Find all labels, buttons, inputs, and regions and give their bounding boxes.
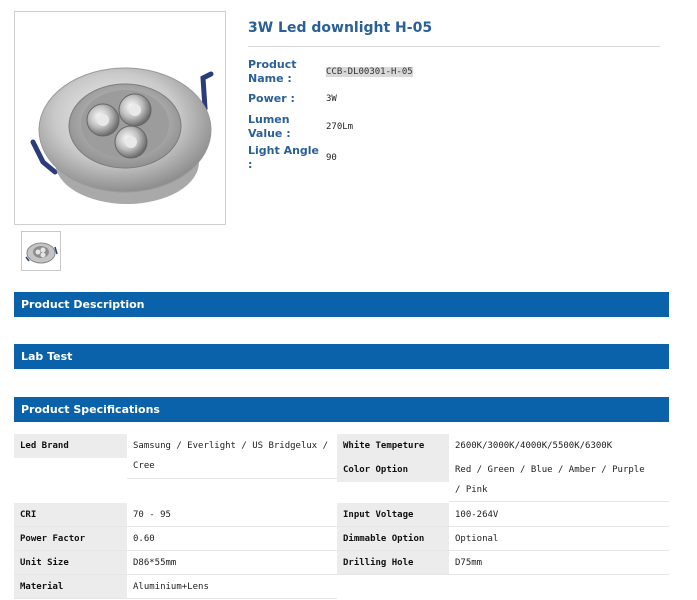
row-divider [127,478,337,479]
info-label: Power : [248,92,295,105]
section-bar-lab-test[interactable]: Lab Test [14,344,669,369]
spec-value-input-voltage: 100-264V [449,503,669,527]
spec-value-led-brand-cont: Cree [127,454,337,478]
info-value: 270Lm [326,122,354,132]
info-value: 90 [326,153,337,163]
row-divider [449,501,669,502]
spec-label-led-brand: Led Brand [14,434,127,458]
info-row-product-name: Product Name : CCB-DL00301-H-05 [248,56,413,88]
product-info-table: Product Name : CCB-DL00301-H-05 Power : … [248,56,413,172]
row-divider [14,526,669,527]
spec-label-power-factor: Power Factor [14,527,127,551]
spec-label-dimmable-option: Dimmable Option [337,527,449,551]
row-divider [14,598,337,599]
row-divider [14,574,669,575]
section-bar-product-description[interactable]: Product Description [14,292,669,317]
product-thumbnail[interactable] [21,231,61,271]
info-value: CCB-DL00301-H-05 [326,56,413,88]
spec-label-input-voltage: Input Voltage [337,503,449,527]
info-row-power: Power : 3W [248,88,413,110]
product-title: 3W Led downlight H-05 [248,20,433,36]
product-main-image[interactable] [14,11,226,225]
spec-value-color-option-cont: / Pink [449,478,669,502]
thumbnail-image [25,242,58,264]
spec-value-power-factor: 0.60 [127,527,337,551]
row-divider [14,550,669,551]
info-value: 3W [326,94,337,104]
spec-label-drilling-hole: Drilling Hole [337,551,449,575]
spec-label-color-option: Color Option [337,458,449,482]
downlight-image [30,67,214,204]
info-label: Lumen Value : [248,110,326,144]
info-row-lumen: Lumen Value : 270Lm [248,110,413,144]
info-label: Product Name : [248,56,326,88]
spec-value-drilling-hole: D75mm [449,551,669,575]
info-label-line1: Product [248,58,297,71]
spec-value-cri: 70 - 95 [127,503,337,527]
info-row-light-angle: Light Angle : 90 [248,144,413,172]
spec-value-dimmable-option: Optional [449,527,669,551]
info-label-line2: Name : [248,72,292,85]
spec-value-material: Aluminium+Lens [127,575,337,599]
info-label-line2: Value : [248,127,291,140]
info-label: Light Angle : [248,144,320,171]
title-divider [248,46,660,47]
spec-label-material: Material [14,575,127,599]
spec-value-white-tempeture: 2600K/3000K/4000K/5500K/6300K [449,434,669,458]
spec-label-unit-size: Unit Size [14,551,127,575]
spec-value-unit-size: D86*55mm [127,551,337,575]
section-bar-product-specifications[interactable]: Product Specifications [14,397,669,422]
highlighted-value: CCB-DL00301-H-05 [326,67,413,77]
spec-label-cri: CRI [14,503,127,527]
info-label-line1: Lumen [248,113,290,126]
spec-label-white-tempeture: White Tempeture [337,434,449,458]
